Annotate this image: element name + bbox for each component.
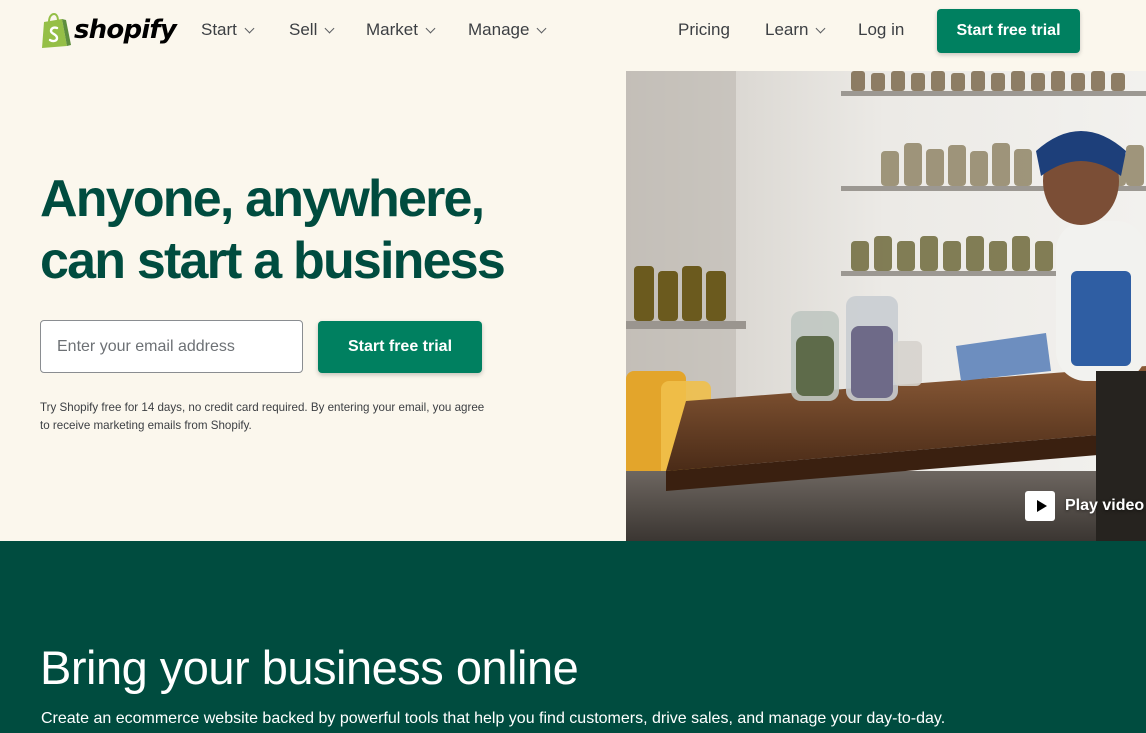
nav-pricing[interactable]: Pricing [678,20,730,40]
chevron-down-icon [536,23,547,33]
chevron-down-icon [244,23,255,33]
hero-start-free-trial-button[interactable]: Start free trial [318,321,482,373]
shopify-logo[interactable]: shopify [40,12,177,48]
nav-sell-label: Sell [289,20,318,39]
email-input[interactable] [40,320,303,373]
hero-photo-illustration [626,71,1146,541]
nav-market[interactable]: Market [366,20,436,40]
chevron-down-icon [816,23,826,33]
section-subtitle: Create an ecommerce website backed by po… [41,710,946,727]
nav-start[interactable]: Start [201,20,255,40]
play-icon [1025,491,1055,521]
play-video-button[interactable]: Play video [1025,491,1144,521]
trial-disclaimer: Try Shopify free for 14 days, no credit … [40,401,485,432]
start-free-trial-button[interactable]: Start free trial [937,9,1080,53]
nav-login-label: Log in [858,20,905,39]
nav-sell[interactable]: Sell [289,20,335,40]
top-nav: shopify Start Sell Market Manage Pricing… [0,0,1146,71]
chevron-down-icon [324,23,335,33]
nav-login[interactable]: Log in [858,20,904,40]
nav-manage-label: Manage [468,20,530,39]
hero-title: Anyone, anywhere, can start a business [40,168,506,292]
logo-wordmark: shopify [74,15,177,45]
chevron-down-icon [425,23,436,33]
hero-title-line1: Anyone, anywhere, [40,170,485,228]
nav-manage[interactable]: Manage [468,20,547,40]
hero-photo [626,71,1146,541]
business-online-section: Bring your business online Create an eco… [0,541,1146,733]
play-video-label: Play video [1065,497,1145,514]
hero-title-line2: can start a business [40,232,506,290]
shopping-bag-icon [42,12,71,48]
nav-market-label: Market [366,20,418,39]
section-title: Bring your business online [40,641,579,694]
nav-learn[interactable]: Learn [765,20,826,40]
nav-pricing-label: Pricing [678,20,730,39]
nav-start-label: Start [201,20,237,39]
nav-learn-label: Learn [765,20,809,39]
